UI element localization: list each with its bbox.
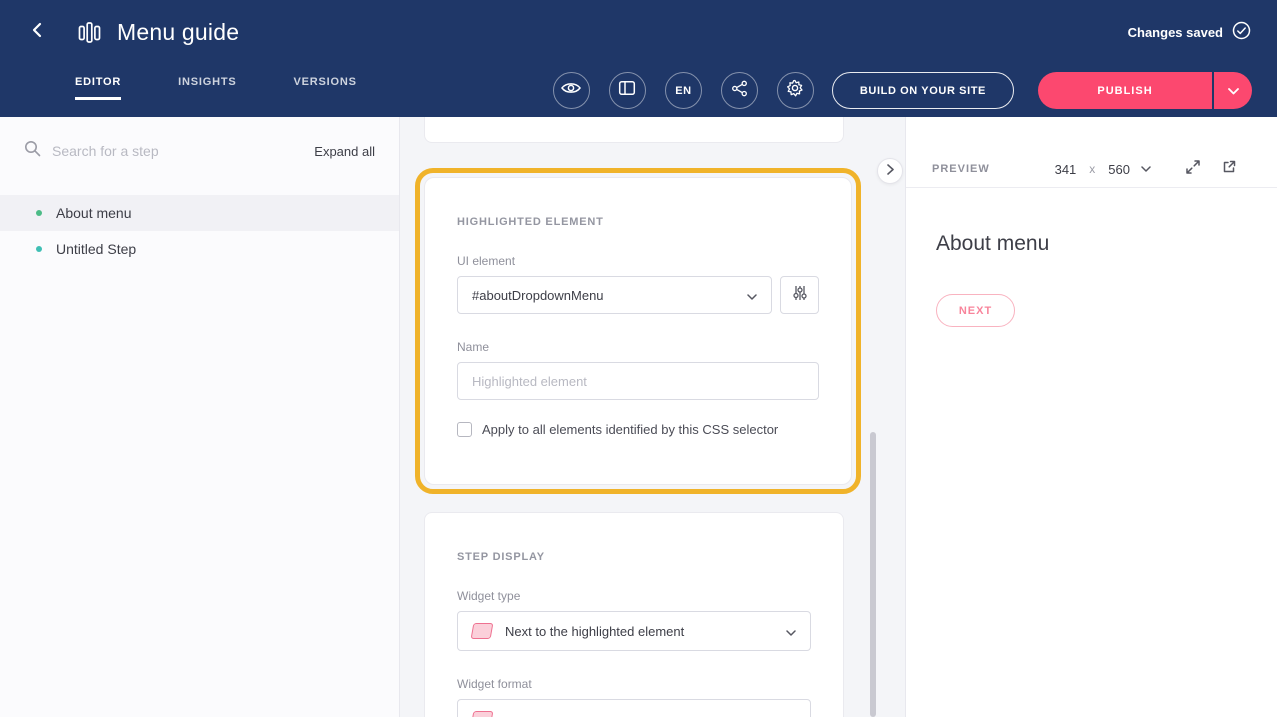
language-button[interactable]: EN xyxy=(665,72,702,109)
previous-settings-card xyxy=(424,117,844,143)
step-search-row: Expand all xyxy=(0,117,399,185)
layout-button[interactable] xyxy=(609,72,646,109)
tab-editor[interactable]: EDITOR xyxy=(75,76,121,100)
chevron-left-icon xyxy=(29,21,47,44)
settings-button[interactable] xyxy=(777,72,814,109)
share-button[interactable] xyxy=(721,72,758,109)
chevron-down-icon xyxy=(786,624,796,639)
back-button[interactable] xyxy=(24,18,52,46)
preview-label: PREVIEW xyxy=(932,163,990,175)
preview-actions xyxy=(1185,159,1237,180)
build-on-your-site-button[interactable]: BUILD ON YOUR SITE xyxy=(832,72,1014,109)
step-display-card: STEP DISPLAY Widget type Next to the hig… xyxy=(424,512,844,717)
apply-to-all-row: Apply to all elements identified by this… xyxy=(457,422,819,437)
steps-sidebar: Expand all About menu Untitled Step xyxy=(0,117,400,717)
ui-element-row: #aboutDropdownMenu xyxy=(457,276,819,314)
ui-element-value: #aboutDropdownMenu xyxy=(472,288,604,303)
name-label: Name xyxy=(457,340,819,354)
chevron-down-icon xyxy=(1141,166,1151,172)
editor-scrollbar-thumb[interactable] xyxy=(870,432,876,717)
app-header: Menu guide Changes saved EDITOR INSIGHTS… xyxy=(0,0,1277,117)
section-title: STEP DISPLAY xyxy=(457,551,811,563)
preview-step-title: About menu xyxy=(936,232,1247,256)
preview-height-value: 560 xyxy=(1108,162,1130,177)
widget-type-label: Widget type xyxy=(457,589,811,603)
expand-arrows-icon xyxy=(1185,159,1201,180)
header-top-row: Menu guide Changes saved xyxy=(0,0,1277,64)
page-title: Menu guide xyxy=(117,19,239,46)
dimension-separator: x xyxy=(1089,162,1095,176)
preview-header: PREVIEW 341 x 560 xyxy=(906,151,1277,188)
selector-options-button[interactable] xyxy=(780,276,819,314)
tab-insights[interactable]: INSIGHTS xyxy=(178,76,236,100)
ui-element-label: UI element xyxy=(457,254,819,268)
gear-icon xyxy=(786,79,804,102)
step-search-input[interactable] xyxy=(52,143,303,159)
chevron-right-icon xyxy=(887,162,894,180)
external-link-icon xyxy=(1221,159,1237,180)
publish-button[interactable]: PUBLISH xyxy=(1038,72,1212,109)
step-label: About menu xyxy=(56,205,132,221)
widget-format-select[interactable] xyxy=(457,699,811,717)
ui-element-select[interactable]: #aboutDropdownMenu xyxy=(457,276,772,314)
widget-format-label: Widget format xyxy=(457,677,811,691)
preview-next-button[interactable]: NEXT xyxy=(936,294,1015,327)
collapse-preview-button[interactable] xyxy=(877,158,903,184)
highlighted-element-name-input[interactable] xyxy=(457,362,819,400)
changes-saved-status: Changes saved xyxy=(1128,21,1251,43)
step-item-untitled-step[interactable]: Untitled Step xyxy=(0,231,399,267)
header-icon-buttons: EN xyxy=(553,72,814,109)
tooltip-widget-icon xyxy=(471,623,494,639)
section-title: HIGHLIGHTED ELEMENT xyxy=(457,216,819,228)
editor-tabs: EDITOR INSIGHTS VERSIONS xyxy=(75,64,357,117)
publish-split-button: PUBLISH xyxy=(1038,72,1252,109)
apply-to-all-checkbox[interactable] xyxy=(457,422,472,437)
preview-body: About menu NEXT xyxy=(906,188,1277,327)
step-label: Untitled Step xyxy=(56,241,136,257)
share-nodes-icon xyxy=(731,80,748,102)
chevron-down-icon xyxy=(747,288,757,303)
chevron-down-icon xyxy=(1228,82,1239,100)
header-nav-row: EDITOR INSIGHTS VERSIONS EN xyxy=(0,64,1277,117)
step-status-dot xyxy=(36,246,42,252)
preview-dimensions-select[interactable]: 341 x 560 xyxy=(1055,162,1151,177)
step-editor-scroll-area: HIGHLIGHTED ELEMENT UI element #aboutDro… xyxy=(400,117,905,717)
magnifier-icon xyxy=(24,140,41,162)
step-item-about-menu[interactable]: About menu xyxy=(0,195,399,231)
preview-width-value: 341 xyxy=(1055,162,1077,177)
preview-panel: PREVIEW 341 x 560 About menu NEXT xyxy=(905,117,1277,717)
tooltip-widget-icon xyxy=(471,711,494,717)
steps-logo-icon xyxy=(76,19,103,46)
widget-type-select[interactable]: Next to the highlighted element xyxy=(457,611,811,651)
changes-saved-label: Changes saved xyxy=(1128,25,1223,40)
open-preview-button[interactable] xyxy=(1221,159,1237,180)
preview-eye-button[interactable] xyxy=(553,72,590,109)
apply-to-all-label: Apply to all elements identified by this… xyxy=(482,422,778,437)
step-list: About menu Untitled Step xyxy=(0,195,399,267)
expand-all-link[interactable]: Expand all xyxy=(314,144,375,159)
columns-icon xyxy=(618,79,636,102)
fullscreen-preview-button[interactable] xyxy=(1185,159,1201,180)
sliders-icon xyxy=(792,285,808,306)
widget-type-value: Next to the highlighted element xyxy=(505,624,684,639)
highlighted-element-card: HIGHLIGHTED ELEMENT UI element #aboutDro… xyxy=(424,177,852,485)
eye-icon xyxy=(561,81,581,100)
publish-dropdown-button[interactable] xyxy=(1214,72,1252,109)
tab-versions[interactable]: VERSIONS xyxy=(294,76,357,100)
highlighted-element-section-ring: HIGHLIGHTED ELEMENT UI element #aboutDro… xyxy=(415,168,861,494)
step-status-dot xyxy=(36,210,42,216)
check-circle-icon xyxy=(1232,21,1251,43)
